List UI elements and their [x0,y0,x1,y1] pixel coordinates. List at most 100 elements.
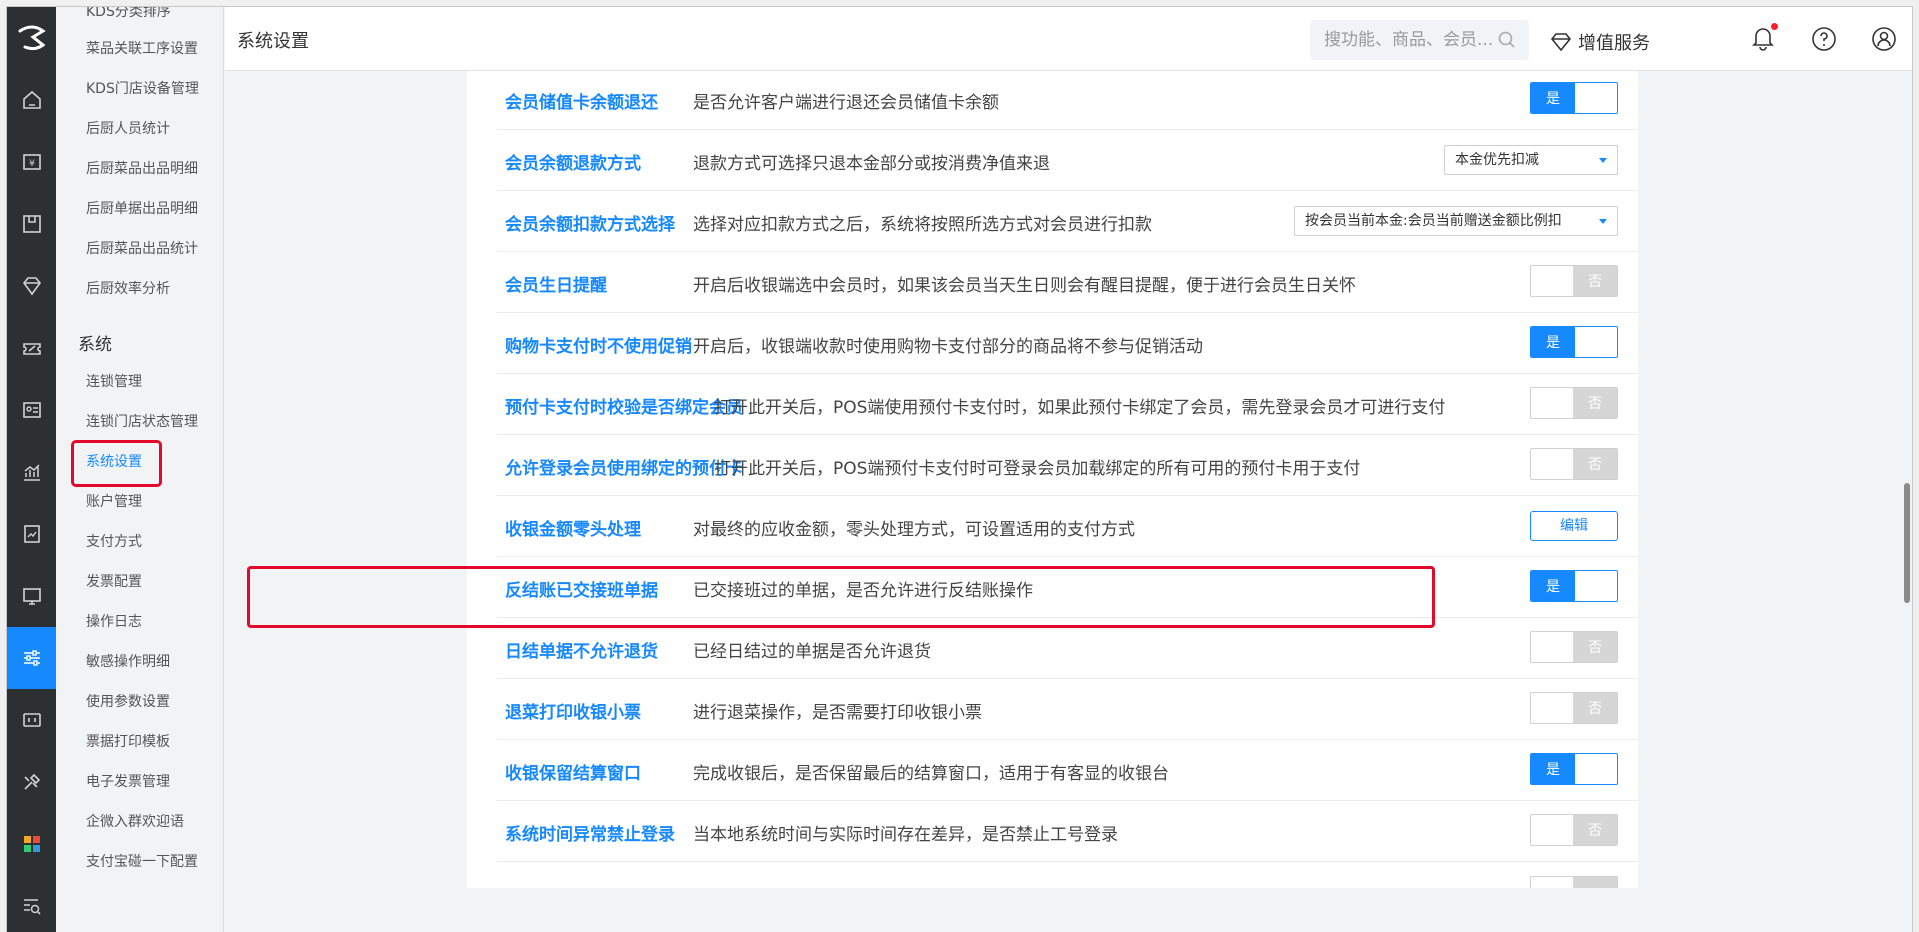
setting-row: 预付卡支付时校验是否绑定会员 打开此开关后，POS端使用预付卡支付时，如果此预付… [497,374,1638,435]
cashier-icon[interactable]: ¥ [7,131,56,193]
toggle-label: 是 [1531,83,1575,113]
setting-description: 打开此开关后，POS端预付卡支付时可登录会员加载绑定的所有可用的预付卡用于支付 [714,459,1361,479]
deduct-method-select[interactable]: 按会员当前本金:会员当前赠送金额比例扣 [1294,206,1618,236]
setting-description: 完成收银后，是否保留最后的结算窗口，适用于有客显的收银台 [693,764,1169,784]
toggle-label: 否 [1573,632,1617,662]
edit-button[interactable]: 编辑 [1530,511,1618,541]
setting-toggle[interactable] [1530,876,1618,888]
toggle-label: 否 [1573,815,1617,845]
submenu-item-kds-sort[interactable]: KDS分类排序 [86,7,171,21]
toggle-label: 否 [1573,266,1617,296]
setting-toggle[interactable]: 否 [1530,448,1618,480]
tools-icon[interactable] [7,751,56,813]
value-added-service-button[interactable]: 增值服务 [1550,29,1650,55]
setting-toggle[interactable]: 否 [1530,387,1618,419]
setting-description: 选择对应扣款方式之后，系统将按照所选方式对会员进行扣款 [693,215,1152,235]
submenu-item-wecom-welcome[interactable]: 企微入群欢迎语 [86,811,184,831]
search-box[interactable] [1310,20,1529,60]
toggle-label: 否 [1573,388,1617,418]
menu-search-icon[interactable] [7,875,56,932]
notification-dot [1771,23,1778,30]
submenu-item-kds-device[interactable]: KDS门店设备管理 [86,78,199,98]
content-area: 会员储值卡余额退还 是否允许客户端进行退还会员储值卡余额 是 会员余额退款方式 … [225,71,1912,932]
setting-row: 会员储值卡余额退还 是否允许客户端进行退还会员储值卡余额 是 [497,71,1638,130]
setting-toggle[interactable]: 是 [1530,570,1618,602]
toggle-label: 是 [1531,571,1575,601]
submenu-item-chain[interactable]: 连锁管理 [86,371,142,391]
setting-name: 反结账已交接班单据 [505,581,658,601]
setting-name: 会员储值卡余额退还 [505,93,658,113]
setting-description: 进行退菜操作，是否需要打印收银小票 [693,703,982,723]
icon-rail: ¥ [7,7,56,932]
home-icon[interactable] [7,69,56,131]
notification-bell-icon[interactable] [1751,23,1778,55]
submenu-item-e-invoice[interactable]: 电子发票管理 [86,771,170,791]
submenu-item-param-settings[interactable]: 使用参数设置 [86,691,170,711]
setting-description: 开启后收银端选中会员时，如果该会员当天生日则会有醒目提醒，便于进行会员生日关怀 [693,276,1356,296]
finance-icon[interactable] [7,565,56,627]
app-window: ¥ KDS分类排序 菜品关联工序设置 KDS门店设备管理 后厨人员统计 后厨菜品… [6,6,1913,932]
setting-description: 已经日结过的单据是否允许退货 [693,642,931,662]
select-value: 本金优先扣减 [1455,152,1539,168]
setting-name: 允许登录会员使用绑定的预付卡 [505,459,743,479]
submenu-item-kitchen-dish-stats[interactable]: 后厨菜品出品统计 [86,238,198,258]
user-account-icon[interactable] [1871,26,1897,56]
submenu-item-operation-log[interactable]: 操作日志 [86,611,142,631]
setting-name: 预付卡支付时校验是否绑定会员 [505,398,743,418]
settings-sliders-icon[interactable] [7,627,56,689]
submenu-item-dish-process[interactable]: 菜品关联工序设置 [86,38,198,58]
member-diamond-icon[interactable] [7,255,56,317]
scrollbar-thumb[interactable] [1904,483,1910,603]
submenu-item-kitchen-dish-detail[interactable]: 后厨菜品出品明细 [86,158,198,178]
submenu-item-kitchen-staff[interactable]: 后厨人员统计 [86,118,170,138]
setting-toggle[interactable]: 否 [1530,692,1618,724]
submenu-item-alipay-tap[interactable]: 支付宝碰一下配置 [86,851,198,871]
submenu-item-account[interactable]: 账户管理 [86,491,142,511]
setting-description: 退款方式可选择只退本金部分或按消费净值来退 [693,154,1050,174]
apps-grid-icon[interactable] [7,813,56,875]
toggle-label: 是 [1531,754,1575,784]
submenu-item-payment-method[interactable]: 支付方式 [86,531,142,551]
device-icon[interactable] [7,689,56,751]
submenu-item-kitchen-efficiency[interactable]: 后厨效率分析 [86,278,170,298]
search-icon[interactable] [1497,30,1517,54]
report-icon[interactable] [7,503,56,565]
setting-toggle[interactable]: 否 [1530,631,1618,663]
setting-row: 收银保留结算窗口 完成收银后，是否保留最后的结算窗口，适用于有客显的收银台 是 [497,740,1638,801]
product-icon[interactable] [7,193,56,255]
setting-name: 系统时间异常禁止登录 [505,825,675,845]
setting-toggle[interactable]: 是 [1530,326,1618,358]
setting-name: 收银金额零头处理 [505,520,641,540]
staff-card-icon[interactable] [7,379,56,441]
submenu-item-kitchen-order-detail[interactable]: 后厨单据出品明细 [86,198,198,218]
setting-row: 收银金额零头处理 对最终的应收金额，零头处理方式，可设置适用的支付方式 编辑 [497,496,1638,557]
setting-toggle[interactable]: 是 [1530,753,1618,785]
setting-name: 退菜打印收银小票 [505,703,641,723]
toggle-label: 是 [1531,327,1575,357]
submenu-item-chain-store-status[interactable]: 连锁门店状态管理 [86,411,198,431]
setting-name: 会员余额退款方式 [505,154,641,174]
setting-toggle[interactable]: 否 [1530,265,1618,297]
submenu-item-sensitive-ops[interactable]: 敏感操作明细 [86,651,170,671]
setting-toggle[interactable]: 否 [1530,814,1618,846]
setting-row-partial [497,862,1638,888]
setting-toggle[interactable]: 是 [1530,82,1618,114]
analytics-icon[interactable] [7,441,56,503]
logo-icon[interactable] [7,7,56,69]
page-title: 系统设置 [237,31,309,52]
setting-name: 日结单据不允许退货 [505,642,658,662]
promotion-icon[interactable] [7,317,56,379]
setting-description: 当本地系统时间与实际时间存在差异，是否禁止工号登录 [693,825,1118,845]
refund-method-select[interactable]: 本金优先扣减 [1444,145,1618,175]
dropdown-caret-icon [1599,158,1607,163]
toggle-label: 否 [1573,449,1617,479]
help-icon[interactable] [1811,26,1837,56]
setting-name: 会员生日提醒 [505,276,607,296]
selection-highlight-box [71,440,162,487]
select-value: 按会员当前本金:会员当前赠送金额比例扣 [1305,213,1562,229]
submenu-item-invoice-config[interactable]: 发票配置 [86,571,142,591]
submenu-item-print-template[interactable]: 票据打印模板 [86,731,170,751]
scrollbar[interactable] [1902,71,1912,885]
search-input[interactable] [1324,28,1494,52]
setting-row: 允许登录会员使用绑定的预付卡 打开此开关后，POS端预付卡支付时可登录会员加载绑… [497,435,1638,496]
